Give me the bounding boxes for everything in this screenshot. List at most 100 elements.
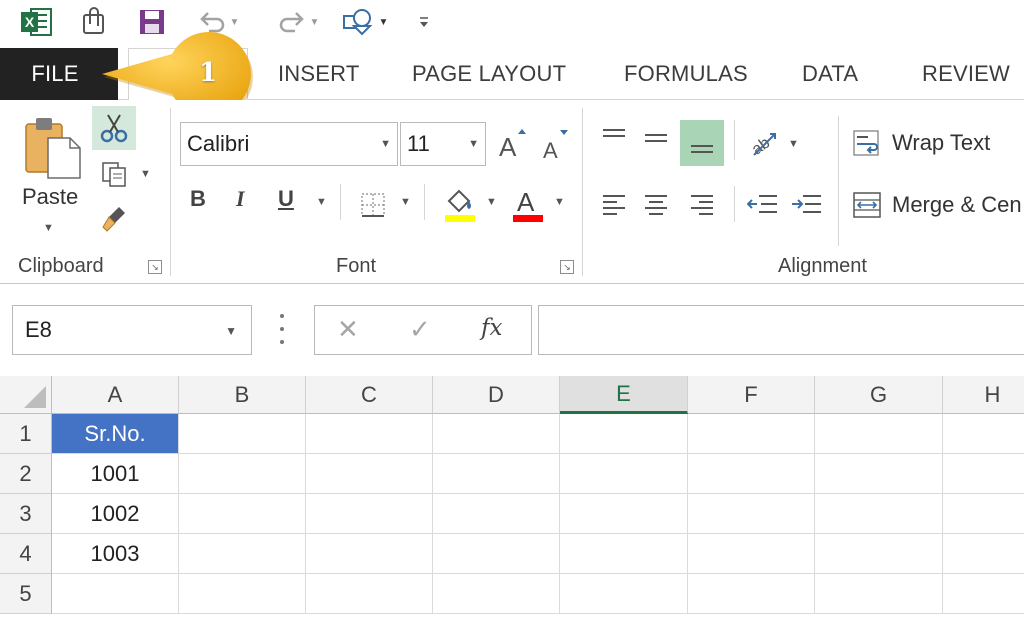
font-name-combo[interactable]: Calibri ▼ bbox=[180, 122, 398, 166]
font-color-icon[interactable]: A bbox=[510, 184, 546, 224]
tab-review[interactable]: REVIEW bbox=[922, 48, 1010, 100]
cell-h4[interactable] bbox=[943, 534, 1024, 574]
cell-c4[interactable] bbox=[306, 534, 433, 574]
font-color-dropdown-icon[interactable]: ▼ bbox=[554, 196, 565, 208]
borders-icon[interactable] bbox=[356, 188, 390, 222]
tab-insert[interactable]: INSERT bbox=[278, 48, 359, 100]
underline-dropdown-icon[interactable]: ▼ bbox=[316, 196, 327, 208]
row-header-3[interactable]: 3 bbox=[0, 494, 52, 534]
copy-icon[interactable] bbox=[94, 156, 134, 192]
cell-e5[interactable] bbox=[560, 574, 688, 614]
select-all-corner[interactable] bbox=[0, 376, 52, 414]
cell-d4[interactable] bbox=[433, 534, 560, 574]
column-header-f[interactable]: F bbox=[688, 376, 815, 414]
column-header-g[interactable]: G bbox=[815, 376, 943, 414]
cell-f1[interactable] bbox=[688, 414, 815, 454]
cell-g4[interactable] bbox=[815, 534, 943, 574]
cell-c3[interactable] bbox=[306, 494, 433, 534]
cell-e3[interactable] bbox=[560, 494, 688, 534]
cell-a4[interactable]: 1003 bbox=[52, 534, 179, 574]
cell-a1[interactable]: Sr.No. bbox=[52, 414, 179, 454]
cell-f5[interactable] bbox=[688, 574, 815, 614]
excel-icon[interactable]: X bbox=[16, 4, 56, 40]
paste-label[interactable]: Paste bbox=[22, 184, 78, 210]
clipboard-launcher-icon[interactable]: ↘ bbox=[148, 260, 162, 274]
cell-c1[interactable] bbox=[306, 414, 433, 454]
column-header-c[interactable]: C bbox=[306, 376, 433, 414]
cell-f4[interactable] bbox=[688, 534, 815, 574]
cut-icon[interactable] bbox=[92, 106, 136, 150]
redo-icon[interactable]: ▼ bbox=[270, 4, 326, 40]
column-header-h[interactable]: H bbox=[943, 376, 1024, 414]
orientation-dropdown-icon[interactable]: ▼ bbox=[788, 138, 799, 150]
tab-formulas[interactable]: FORMULAS bbox=[624, 48, 748, 100]
wrap-text-button[interactable]: Wrap Text bbox=[892, 130, 990, 156]
cell-d3[interactable] bbox=[433, 494, 560, 534]
borders-dropdown-icon[interactable]: ▼ bbox=[400, 196, 411, 208]
customize-toolbar-icon[interactable] bbox=[412, 4, 436, 40]
cell-d1[interactable] bbox=[433, 414, 560, 454]
orientation-icon[interactable]: ab bbox=[744, 122, 782, 162]
middle-align-icon[interactable] bbox=[638, 120, 674, 156]
bottom-align-icon[interactable] bbox=[680, 120, 724, 166]
enter-icon[interactable]: ✓ bbox=[409, 314, 431, 345]
row-header-4[interactable]: 4 bbox=[0, 534, 52, 574]
cell-b2[interactable] bbox=[179, 454, 306, 494]
insert-function-icon[interactable]: fx bbox=[481, 315, 502, 341]
row-header-5[interactable]: 5 bbox=[0, 574, 52, 614]
font-launcher-icon[interactable]: ↘ bbox=[560, 260, 574, 274]
cell-d2[interactable] bbox=[433, 454, 560, 494]
cell-b4[interactable] bbox=[179, 534, 306, 574]
cell-b3[interactable] bbox=[179, 494, 306, 534]
cell-c5[interactable] bbox=[306, 574, 433, 614]
cell-f2[interactable] bbox=[688, 454, 815, 494]
align-center-icon[interactable] bbox=[638, 186, 674, 222]
cell-g2[interactable] bbox=[815, 454, 943, 494]
merge-center-icon[interactable] bbox=[850, 188, 884, 222]
tab-page-layout[interactable]: PAGE LAYOUT bbox=[412, 48, 566, 100]
row-header-1[interactable]: 1 bbox=[0, 414, 52, 454]
increase-font-icon[interactable]: A bbox=[494, 124, 530, 164]
font-size-combo[interactable]: 11 ▼ bbox=[400, 122, 486, 166]
cell-d5[interactable] bbox=[433, 574, 560, 614]
wrap-text-icon[interactable] bbox=[850, 126, 884, 160]
cell-h1[interactable] bbox=[943, 414, 1024, 454]
name-box[interactable]: E8 ▼ bbox=[12, 305, 252, 355]
cell-a2[interactable]: 1001 bbox=[52, 454, 179, 494]
row-header-2[interactable]: 2 bbox=[0, 454, 52, 494]
tab-data[interactable]: DATA bbox=[802, 48, 858, 100]
column-header-d[interactable]: D bbox=[433, 376, 560, 414]
cell-e1[interactable] bbox=[560, 414, 688, 454]
column-header-a[interactable]: A bbox=[52, 376, 179, 414]
increase-indent-icon[interactable] bbox=[788, 186, 826, 222]
italic-button[interactable]: I bbox=[236, 186, 245, 212]
cell-g3[interactable] bbox=[815, 494, 943, 534]
cell-c2[interactable] bbox=[306, 454, 433, 494]
formula-bar-resize-handle[interactable] bbox=[272, 314, 292, 344]
cancel-icon[interactable]: ✕ bbox=[337, 314, 359, 345]
column-header-b[interactable]: B bbox=[179, 376, 306, 414]
cell-b1[interactable] bbox=[179, 414, 306, 454]
cell-a5[interactable] bbox=[52, 574, 179, 614]
column-header-e[interactable]: E bbox=[560, 376, 688, 414]
decrease-indent-icon[interactable] bbox=[744, 186, 782, 222]
cell-g5[interactable] bbox=[815, 574, 943, 614]
cell-h5[interactable] bbox=[943, 574, 1024, 614]
bold-button[interactable]: B bbox=[190, 186, 206, 212]
shapes-icon[interactable]: ▼ bbox=[336, 4, 392, 40]
font-size-dropdown-icon[interactable]: ▼ bbox=[468, 138, 479, 150]
fill-color-dropdown-icon[interactable]: ▼ bbox=[486, 196, 497, 208]
name-box-dropdown-icon[interactable]: ▼ bbox=[225, 324, 237, 338]
align-right-icon[interactable] bbox=[684, 186, 720, 222]
underline-button[interactable]: U bbox=[278, 186, 294, 212]
cell-b5[interactable] bbox=[179, 574, 306, 614]
fill-color-icon[interactable] bbox=[442, 184, 478, 224]
merge-center-button[interactable]: Merge & Cen bbox=[892, 192, 1024, 218]
cell-h3[interactable] bbox=[943, 494, 1024, 534]
align-left-icon[interactable] bbox=[596, 186, 632, 222]
format-painter-icon[interactable] bbox=[94, 200, 134, 236]
cell-f3[interactable] bbox=[688, 494, 815, 534]
cell-a3[interactable]: 1002 bbox=[52, 494, 179, 534]
font-name-dropdown-icon[interactable]: ▼ bbox=[380, 138, 391, 150]
paste-icon[interactable] bbox=[22, 114, 84, 180]
